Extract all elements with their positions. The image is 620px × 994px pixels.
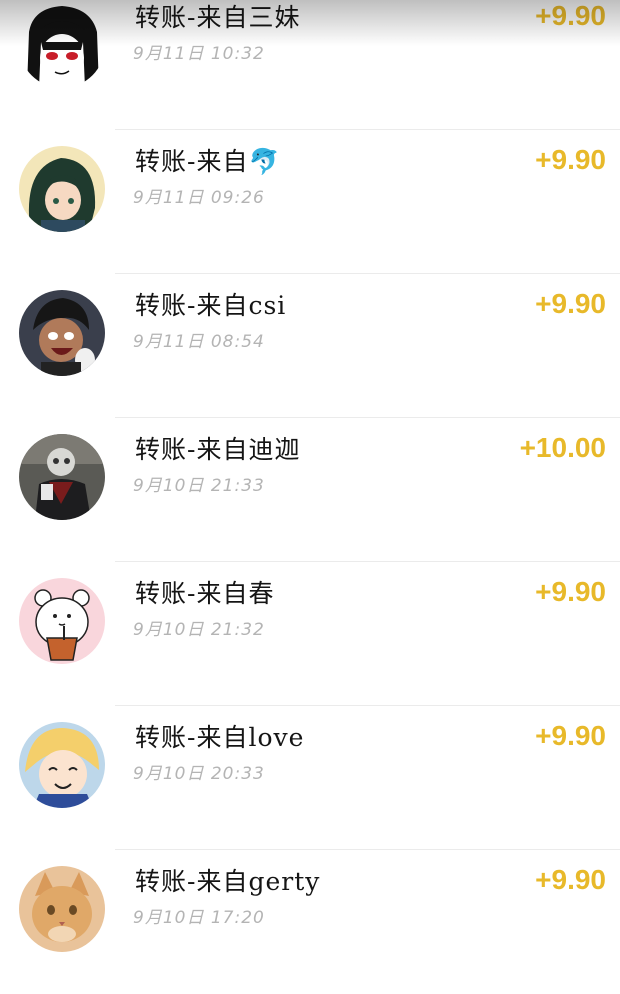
sailor-moon-smiling-avatar [19, 722, 105, 808]
transaction-row[interactable]: 转账-来自love 9月10日 20:33 +9.90 [0, 706, 620, 850]
transfer-amount: +9.90 [535, 288, 606, 319]
transfer-time: 9月11日 09:26 [133, 188, 265, 208]
transfer-amount: +9.90 [535, 576, 606, 607]
transaction-row[interactable]: 转账-来自春 9月10日 21:32 +9.90 [0, 562, 620, 706]
transfer-time: 9月11日 08:54 [133, 332, 265, 352]
avatar[interactable] [19, 866, 105, 952]
transaction-row[interactable]: 转账-来自csi 9月11日 08:54 +9.90 [0, 274, 620, 418]
anime-boy-cheering-avatar [19, 290, 105, 376]
orange-cat-avatar [19, 866, 105, 952]
transfer-title: 转账-来自love [135, 723, 305, 752]
avatar[interactable] [19, 434, 105, 520]
avatar[interactable] [19, 2, 105, 88]
white-bear-drink-avatar [19, 578, 105, 664]
transfer-time: 9月10日 21:33 [133, 476, 265, 496]
transaction-row[interactable]: 转账-来自三妹 9月11日 10:32 +9.90 [0, 0, 620, 130]
transfer-title: 转账-来自春 [135, 579, 275, 608]
transfer-title: 转账-来自csi [135, 291, 287, 320]
transfer-amount: +9.90 [535, 0, 606, 31]
avatar[interactable] [19, 290, 105, 376]
transfer-time: 9月10日 21:32 [133, 620, 265, 640]
transaction-row[interactable]: 转账-来自gerty 9月10日 17:20 +9.90 [0, 850, 620, 994]
transfer-title: 转账-来自gerty [135, 867, 321, 896]
transaction-row[interactable]: 转账-来自迪迦 9月10日 21:33 +10.00 [0, 418, 620, 562]
transfer-amount: +9.90 [535, 864, 606, 895]
transaction-row[interactable]: 转账-来自🐬 9月11日 09:26 +9.90 [0, 130, 620, 274]
avatar[interactable] [19, 722, 105, 808]
anime-green-hair-avatar [19, 146, 105, 232]
transfer-amount: +9.90 [535, 720, 606, 751]
avatar[interactable] [19, 578, 105, 664]
anime-girl-black-hair-avatar [19, 2, 105, 88]
transfer-title: 转账-来自迪迦 [135, 435, 301, 464]
figure-in-mask-avatar [19, 434, 105, 520]
transfer-time: 9月10日 17:20 [133, 908, 265, 928]
transfer-amount: +10.00 [519, 432, 606, 463]
avatar[interactable] [19, 146, 105, 232]
transfer-time: 9月11日 10:32 [133, 44, 265, 64]
transfer-title: 转账-来自三妹 [135, 3, 301, 32]
transfer-time: 9月10日 20:33 [133, 764, 265, 784]
transfer-title: 转账-来自🐬 [135, 147, 281, 176]
transfer-amount: +9.90 [535, 144, 606, 175]
